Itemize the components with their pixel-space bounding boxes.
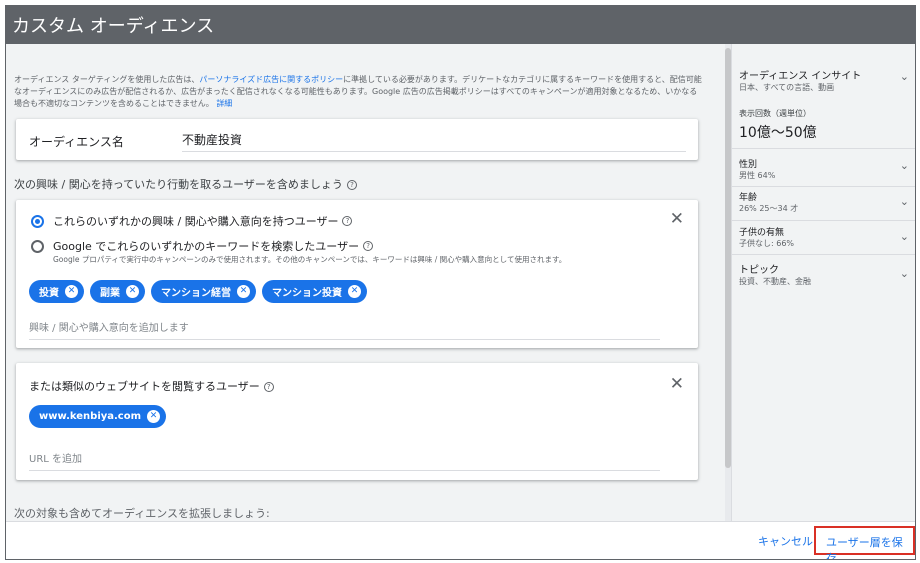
policy-intro: オーディエンス ターゲティングを使用した広告は、パーソナライズド広告に関するポリ… (14, 74, 704, 110)
topic-label: トピック (739, 265, 779, 276)
chip-interest[interactable]: マンション経営 ✕ (151, 280, 256, 303)
save-audience-button[interactable]: ユーザー層を保存 (814, 526, 915, 559)
help-icon[interactable]: ? (363, 241, 374, 251)
audience-name-underline (182, 151, 686, 152)
chip-label: マンション経営 (161, 288, 231, 299)
chevron-down-icon[interactable]: ⌄ (900, 195, 909, 208)
radio-interest-selected[interactable] (31, 214, 44, 228)
chevron-down-icon[interactable]: ⌄ (900, 230, 909, 243)
chip-interest[interactable]: 副業 ✕ (90, 280, 145, 303)
similar-sites-card: または類似のウェブサイトを閲覧するユーザー? ✕ www.kenbiya.com… (16, 363, 698, 480)
chip-site[interactable]: www.kenbiya.com ✕ (29, 405, 167, 428)
option-interest-row[interactable]: これらのいずれかの興味 / 関心や購入意向を持つユーザー ? (31, 213, 353, 229)
chevron-down-icon[interactable]: ⌄ (900, 70, 909, 83)
audience-name-label: オーディエンス名 (29, 135, 124, 149)
impressions-label: 表示回数（週単位） (739, 109, 811, 118)
interests-section-text: 次の興味 / 関心を持っていたり行動を取るユーザーを含めましょう (14, 178, 343, 191)
radio-search[interactable] (31, 239, 44, 253)
dialog-footer: キャンセル ユーザー層を保存 (6, 521, 915, 559)
children-label: 子供の有無 (739, 228, 785, 238)
topic-value: 投資、不動産、金融 (739, 277, 811, 286)
url-add-input[interactable]: URL を追加 (29, 450, 660, 471)
audience-name-card: オーディエンス名 不動産投資 (16, 119, 698, 160)
help-icon[interactable]: ? (346, 180, 357, 190)
chevron-down-icon[interactable]: ⌄ (900, 159, 909, 172)
main-panel: オーディエンス ターゲティングを使用した広告は、パーソナライズド広告に関するポリ… (6, 44, 725, 521)
intro-text-before: オーディエンス ターゲティングを使用した広告は、 (14, 75, 200, 84)
chip-remove-icon[interactable]: ✕ (237, 285, 250, 298)
similar-sites-heading: または類似のウェブサイトを閲覧するユーザー? (29, 378, 274, 394)
insight-gender[interactable]: 性別 男性 64% ⌄ (732, 148, 915, 184)
similar-sites-heading-text: または類似のウェブサイトを閲覧するユーザー (29, 380, 260, 393)
audience-insights-panel: オーディエンス インサイト 日本、すべての言語、動画 ⌄ 表示回数（週単位） 1… (731, 44, 915, 521)
chip-label: 投資 (39, 288, 59, 299)
dialog-titlebar: カスタム オーディエンス (6, 6, 915, 44)
interests-section-label: 次の興味 / 関心を持っていたり行動を取るユーザーを含めましょう? (14, 176, 357, 192)
close-icon[interactable]: ✕ (670, 211, 684, 228)
insight-topic[interactable]: トピック 投資、不動産、金融 ⌄ (732, 254, 915, 290)
gender-value: 男性 64% (739, 171, 776, 180)
chip-remove-icon[interactable]: ✕ (65, 285, 78, 298)
chip-label: マンション投資 (272, 288, 342, 299)
expand-audience-label: 次の対象も含めてオーディエンスを拡張しましょう: (14, 507, 270, 520)
interests-card: これらのいずれかの興味 / 関心や購入意向を持つユーザー ? ✕ Google … (16, 200, 698, 348)
insights-subtitle: 日本、すべての言語、動画 (739, 83, 835, 92)
chip-label: www.kenbiya.com (39, 411, 142, 422)
chip-remove-icon[interactable]: ✕ (348, 285, 361, 298)
option-search-row[interactable]: Google でこれらのいずれかのキーワードを検索したユーザー ? (31, 238, 374, 254)
chip-interest[interactable]: 投資 ✕ (29, 280, 84, 303)
details-link[interactable]: 詳細 (216, 99, 232, 108)
children-value: 子供なし: 66% (739, 239, 795, 248)
close-icon[interactable]: ✕ (670, 376, 684, 393)
help-icon[interactable]: ? (342, 216, 353, 226)
interest-chips: 投資 ✕ 副業 ✕ マンション経営 ✕ マンション投資 ✕ (29, 280, 367, 303)
chip-remove-icon[interactable]: ✕ (147, 410, 161, 423)
interest-add-input[interactable]: 興味 / 関心や購入意向を追加します (29, 319, 660, 340)
option-search-label: Google でこれらのいずれかのキーワードを検索したユーザー (53, 240, 360, 253)
help-icon[interactable]: ? (263, 382, 274, 392)
chip-label: 副業 (100, 288, 120, 299)
option-search-sub: Google プロパティで実行中のキャンペーンのみで使用されます。その他のキャン… (53, 255, 567, 264)
chevron-down-icon[interactable]: ⌄ (900, 267, 909, 280)
age-value: 26% 25〜34 才 (739, 204, 799, 213)
audience-name-input[interactable]: 不動産投資 (182, 131, 242, 148)
custom-audience-dialog: カスタム オーディエンス オーディエンス ターゲティングを使用した広告は、パーソ… (5, 5, 916, 560)
cancel-button[interactable]: キャンセル (758, 533, 813, 549)
dialog-title: カスタム オーディエンス (12, 16, 215, 37)
site-chips: www.kenbiya.com ✕ (29, 405, 167, 428)
chip-interest[interactable]: マンション投資 ✕ (262, 280, 367, 303)
insights-title: オーディエンス インサイト (739, 71, 862, 82)
insight-children[interactable]: 子供の有無 子供なし: 66% ⌄ (732, 220, 915, 256)
policy-link[interactable]: パーソナライズド広告に関するポリシー (199, 75, 343, 84)
age-label: 年齢 (739, 193, 758, 203)
chip-remove-icon[interactable]: ✕ (126, 285, 139, 298)
insight-age[interactable]: 年齢 26% 25〜34 才 ⌄ (732, 186, 915, 222)
option-interest-label: これらのいずれかの興味 / 関心や購入意向を持つユーザー (53, 215, 339, 228)
gender-label: 性別 (739, 160, 758, 170)
impressions-value: 10億〜50億 (739, 125, 817, 141)
